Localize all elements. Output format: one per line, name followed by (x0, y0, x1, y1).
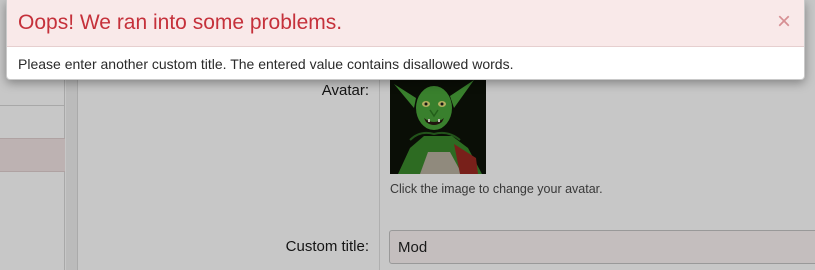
close-icon[interactable]: × (773, 9, 795, 35)
error-dialog-header: Oops! We ran into some problems. × (7, 0, 804, 47)
error-message: Please enter another custom title. The e… (18, 56, 514, 72)
error-dialog: Oops! We ran into some problems. × Pleas… (6, 0, 805, 80)
error-dialog-title: Oops! We ran into some problems. (18, 11, 343, 34)
